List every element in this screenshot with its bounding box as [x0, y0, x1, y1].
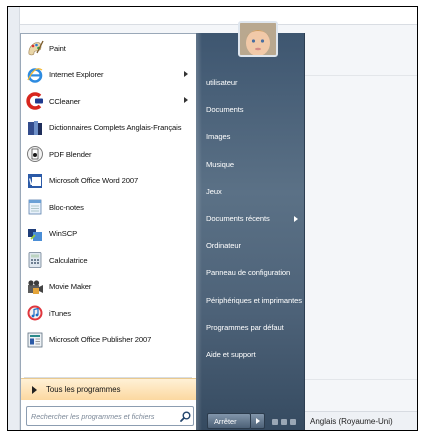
program-label: Bloc-notes — [49, 202, 84, 212]
svg-text:W: W — [29, 177, 38, 187]
program-label: Microsoft Office Publisher 2007 — [49, 335, 152, 345]
all-programs-button[interactable]: Tous les programmes — [21, 378, 196, 400]
internet-explorer-icon — [25, 65, 44, 84]
program-item[interactable]: Calculatrice — [22, 247, 194, 274]
program-item[interactable]: W Microsoft Office Word 2007 — [22, 168, 194, 195]
program-label: Microsoft Office Word 2007 — [49, 176, 139, 186]
itunes-icon — [25, 304, 44, 323]
program-label: Paint — [49, 43, 66, 53]
screenshot-frame: Anglais (Royaume-Uni) Paint Internet Expl… — [7, 6, 418, 431]
places-label: Musique — [206, 159, 235, 169]
dictionary-icon — [25, 118, 44, 137]
places-item[interactable]: Programmes par défaut — [206, 314, 306, 341]
program-item[interactable]: Bloc-notes — [22, 194, 194, 221]
places-item[interactable]: Musique — [206, 151, 306, 178]
program-label: Movie Maker — [49, 282, 92, 292]
places-list: utilisateur Documents Images Musique Jeux Doc… — [206, 69, 306, 368]
notepad-icon — [25, 198, 44, 217]
shutdown-label: Arrêter — [214, 416, 237, 426]
start-menu: Paint Internet Explorer CCleaner Dictionnai… — [20, 19, 306, 430]
publisher-icon — [25, 330, 44, 349]
winscp-icon — [25, 224, 44, 243]
places-item[interactable]: Documents récents — [206, 205, 306, 232]
program-label: Calculatrice — [49, 255, 88, 265]
places-label: Images — [206, 132, 231, 142]
program-item[interactable]: iTunes — [22, 300, 194, 327]
movie-maker-icon — [25, 277, 44, 296]
word-icon: W — [25, 171, 44, 190]
shutdown-button[interactable]: Arrêter — [207, 413, 251, 429]
program-item[interactable]: Movie Maker — [22, 274, 194, 301]
program-item[interactable]: WinSCP — [22, 221, 194, 248]
paint-icon — [25, 39, 44, 58]
program-item[interactable]: CCleaner — [22, 88, 194, 115]
program-label: WinSCP — [49, 229, 78, 239]
places-item[interactable]: Documents — [206, 96, 306, 123]
background-divider — [303, 379, 417, 380]
tray-icons — [272, 419, 302, 425]
submenu-arrow-icon[interactable] — [184, 97, 188, 103]
places-label: Aide et support — [206, 349, 256, 359]
places-label: Ordinateur — [206, 241, 241, 251]
program-label: PDF Blender — [49, 149, 92, 159]
shutdown-options-button[interactable] — [251, 413, 265, 429]
program-item[interactable]: Paint — [22, 35, 194, 62]
program-label: Internet Explorer — [49, 70, 104, 80]
places-item[interactable]: Ordinateur — [206, 232, 306, 259]
program-label: CCleaner — [49, 96, 81, 106]
places-label: Documents — [206, 105, 244, 115]
search-icon[interactable] — [177, 408, 193, 424]
search-input[interactable]: Rechercher les programmes et fichiers — [26, 406, 194, 426]
all-programs-label: Tous les programmes — [46, 385, 121, 394]
places-label: Documents récents — [206, 214, 270, 224]
program-label: Dictionnaires Complets Anglais-Français — [49, 123, 182, 133]
background-divider — [303, 75, 417, 76]
places-label: Jeux — [206, 186, 222, 196]
background-sidebar — [8, 7, 20, 430]
places-item[interactable]: Images — [206, 123, 306, 150]
calculator-icon — [25, 251, 44, 270]
places-item[interactable]: Aide et support — [206, 341, 306, 368]
chevron-right-icon — [255, 418, 260, 424]
places-label: Panneau de configuration — [206, 268, 291, 278]
submenu-arrow-icon[interactable] — [294, 215, 298, 222]
places-item[interactable]: utilisateur — [206, 69, 306, 96]
program-item[interactable]: Microsoft Office Publisher 2007 — [22, 327, 194, 354]
expand-arrow-icon — [32, 385, 37, 394]
pinned-programs-list: Paint Internet Explorer CCleaner Dictionnai… — [22, 35, 194, 353]
submenu-arrow-icon[interactable] — [184, 70, 188, 77]
program-item[interactable]: PDF Blender — [22, 141, 194, 168]
language-label: Anglais (Royaume-Uni) — [310, 417, 393, 426]
places-item[interactable]: Périphériques et imprimantes — [206, 287, 306, 314]
search-placeholder: Rechercher les programmes et fichiers — [31, 411, 155, 421]
places-item[interactable]: Panneau de configuration — [206, 259, 306, 286]
ccleaner-icon — [25, 92, 44, 111]
places-label: Périphériques et imprimantes — [206, 295, 302, 305]
places-label: utilisateur — [206, 78, 238, 88]
program-item[interactable]: Internet Explorer — [22, 62, 194, 89]
places-item[interactable]: Jeux — [206, 178, 306, 205]
user-avatar[interactable] — [238, 21, 278, 57]
places-label: Programmes par défaut — [206, 322, 284, 332]
program-item[interactable]: Dictionnaires Complets Anglais-Français — [22, 115, 194, 142]
program-label: iTunes — [49, 308, 71, 318]
pdf-blender-icon — [25, 145, 44, 164]
